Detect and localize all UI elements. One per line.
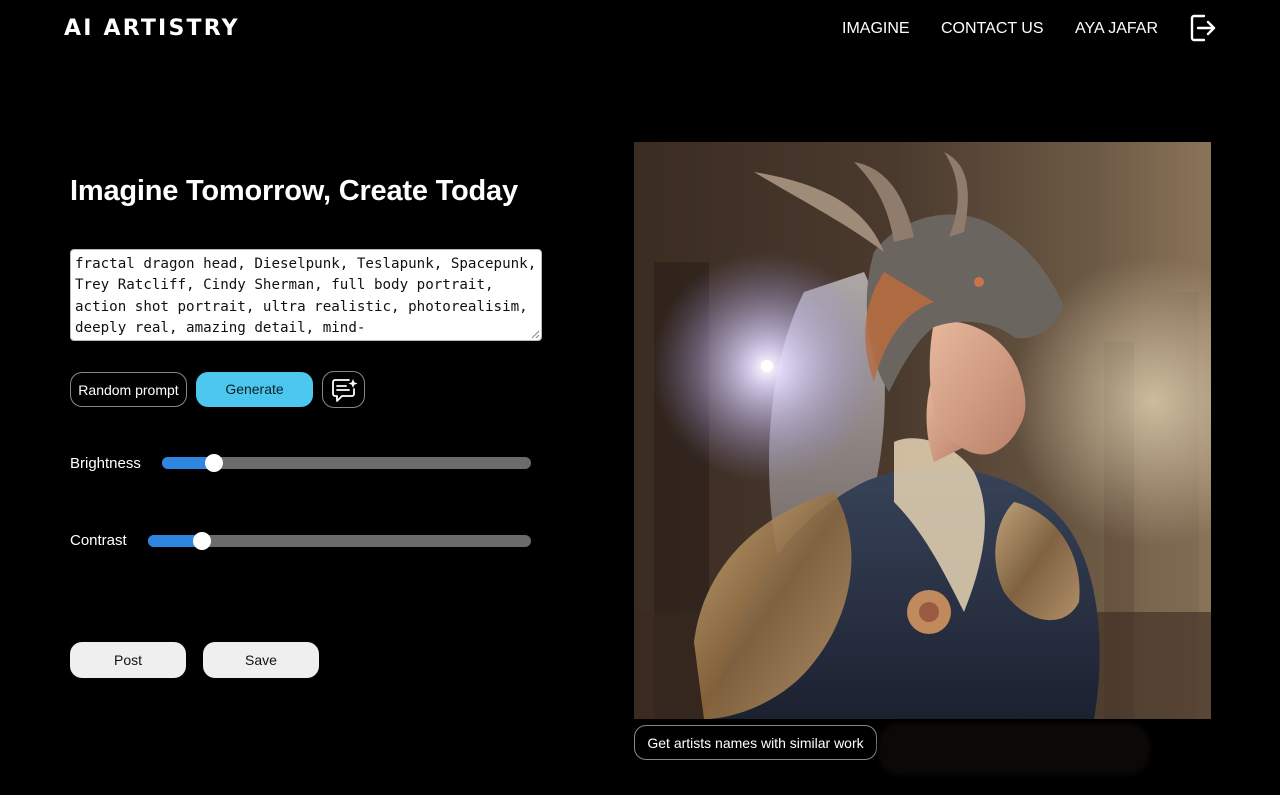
save-button[interactable]: Save bbox=[203, 642, 319, 678]
page: AI ARTISTRY IMAGINE CONTACT US AYA JAFAR… bbox=[0, 0, 1280, 795]
logout-icon bbox=[1190, 14, 1216, 42]
generated-image bbox=[634, 142, 1211, 719]
post-button[interactable]: Post bbox=[70, 642, 186, 678]
resize-grip-icon[interactable] bbox=[531, 330, 540, 339]
nav-user-name[interactable]: AYA JAFAR bbox=[1075, 19, 1158, 39]
generate-button[interactable]: Generate bbox=[196, 372, 313, 407]
nav-contact-us[interactable]: CONTACT US bbox=[941, 19, 1044, 39]
random-prompt-button[interactable]: Random prompt bbox=[70, 372, 187, 407]
contrast-label: Contrast bbox=[70, 532, 127, 549]
get-artists-button[interactable]: Get artists names with similar work bbox=[634, 725, 877, 760]
contrast-slider[interactable] bbox=[148, 532, 531, 550]
brand-logo[interactable]: AI ARTISTRY bbox=[64, 16, 240, 42]
redacted-area bbox=[878, 723, 1150, 775]
brightness-slider-thumb[interactable] bbox=[204, 454, 223, 472]
chat-sparkle-icon bbox=[332, 379, 358, 402]
nav-imagine[interactable]: IMAGINE bbox=[842, 19, 910, 39]
logout-button[interactable] bbox=[1187, 12, 1219, 44]
brightness-slider[interactable] bbox=[162, 454, 531, 472]
contrast-slider-thumb[interactable] bbox=[192, 532, 211, 550]
prompt-input[interactable] bbox=[70, 249, 542, 341]
enhance-prompt-button[interactable] bbox=[322, 371, 365, 408]
brightness-label: Brightness bbox=[70, 455, 141, 472]
page-title: Imagine Tomorrow, Create Today bbox=[70, 175, 518, 207]
